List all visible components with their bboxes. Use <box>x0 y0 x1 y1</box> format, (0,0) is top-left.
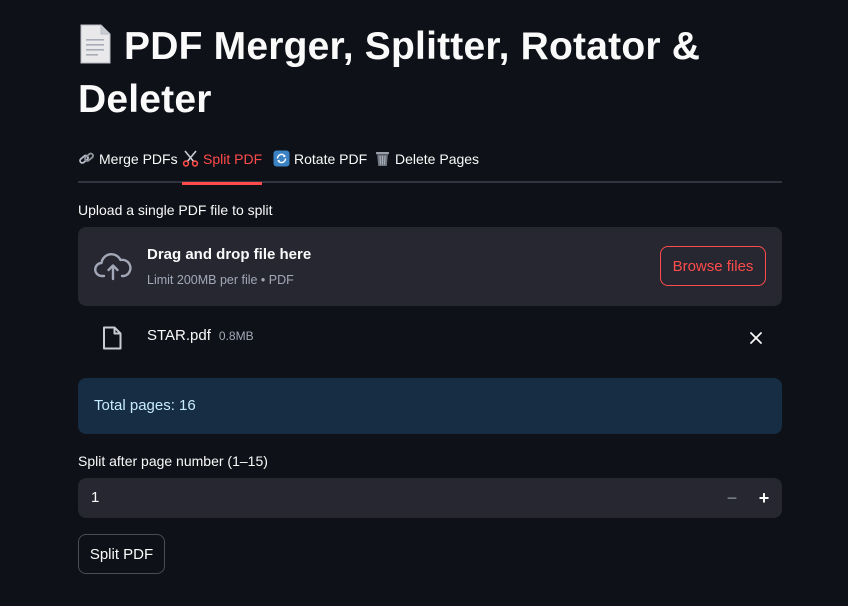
tab-rotate-pdf[interactable]: Rotate PDF <box>273 148 367 181</box>
dropzone-limit-text: Limit 200MB per file • PDF <box>147 273 294 287</box>
file-name: STAR.pdf 0.8MB <box>147 326 254 346</box>
decrement-button[interactable]: − <box>716 478 748 518</box>
uploader-label: Upload a single PDF file to split <box>78 202 273 218</box>
app-page: PDF Merger, Splitter, Rotator & Deleter … <box>0 0 848 606</box>
remove-file-button[interactable] <box>746 328 766 348</box>
tab-rotate-pdf-label: Rotate PDF <box>294 151 368 167</box>
scissors-icon <box>182 150 199 167</box>
uploaded-file-row: STAR.pdf 0.8MB <box>78 316 782 360</box>
tab-delete-pages-label: Delete Pages <box>395 151 480 167</box>
counterclockwise-arrows-icon <box>273 150 290 167</box>
file-icon <box>102 326 122 350</box>
split-pdf-button[interactable]: Split PDF <box>78 534 165 574</box>
tab-merge-pdfs-label: Merge PDFs <box>99 151 178 167</box>
file-size: 0.8MB <box>218 329 254 343</box>
wastebasket-icon <box>374 150 391 167</box>
split-page-number-input[interactable]: 1 − + <box>78 478 782 518</box>
total-pages-text: Total pages: 16 <box>94 397 196 414</box>
split-page-value[interactable]: 1 <box>91 488 99 508</box>
tab-split-pdf-label: Split PDF <box>203 151 263 167</box>
tab-bar: Merge PDFs Split PDF Rotate PDF Delete P… <box>78 142 782 185</box>
tab-split-pdf[interactable]: Split PDF <box>182 148 263 185</box>
total-pages-info: Total pages: 16 <box>78 378 782 434</box>
browse-files-button[interactable]: Browse files <box>660 246 766 286</box>
page-title-text: PDF Merger, Splitter, Rotator & Deleter <box>78 25 701 121</box>
tab-delete-pages[interactable]: Delete Pages <box>374 148 479 181</box>
split-page-label: Split after page number (1–15) <box>78 453 268 469</box>
page-facing-up-icon <box>78 24 112 64</box>
page-title: PDF Merger, Splitter, Rotator & Deleter <box>78 20 798 126</box>
close-icon <box>750 332 762 344</box>
tab-merge-pdfs[interactable]: Merge PDFs <box>78 148 178 181</box>
file-name-text: STAR.pdf <box>147 327 211 344</box>
dropzone-title: Drag and drop file here <box>147 246 312 263</box>
link-icon <box>78 150 95 167</box>
cloud-upload-icon <box>94 252 132 282</box>
file-dropzone[interactable]: Drag and drop file here Limit 200MB per … <box>78 227 782 306</box>
increment-button[interactable]: + <box>748 478 780 518</box>
